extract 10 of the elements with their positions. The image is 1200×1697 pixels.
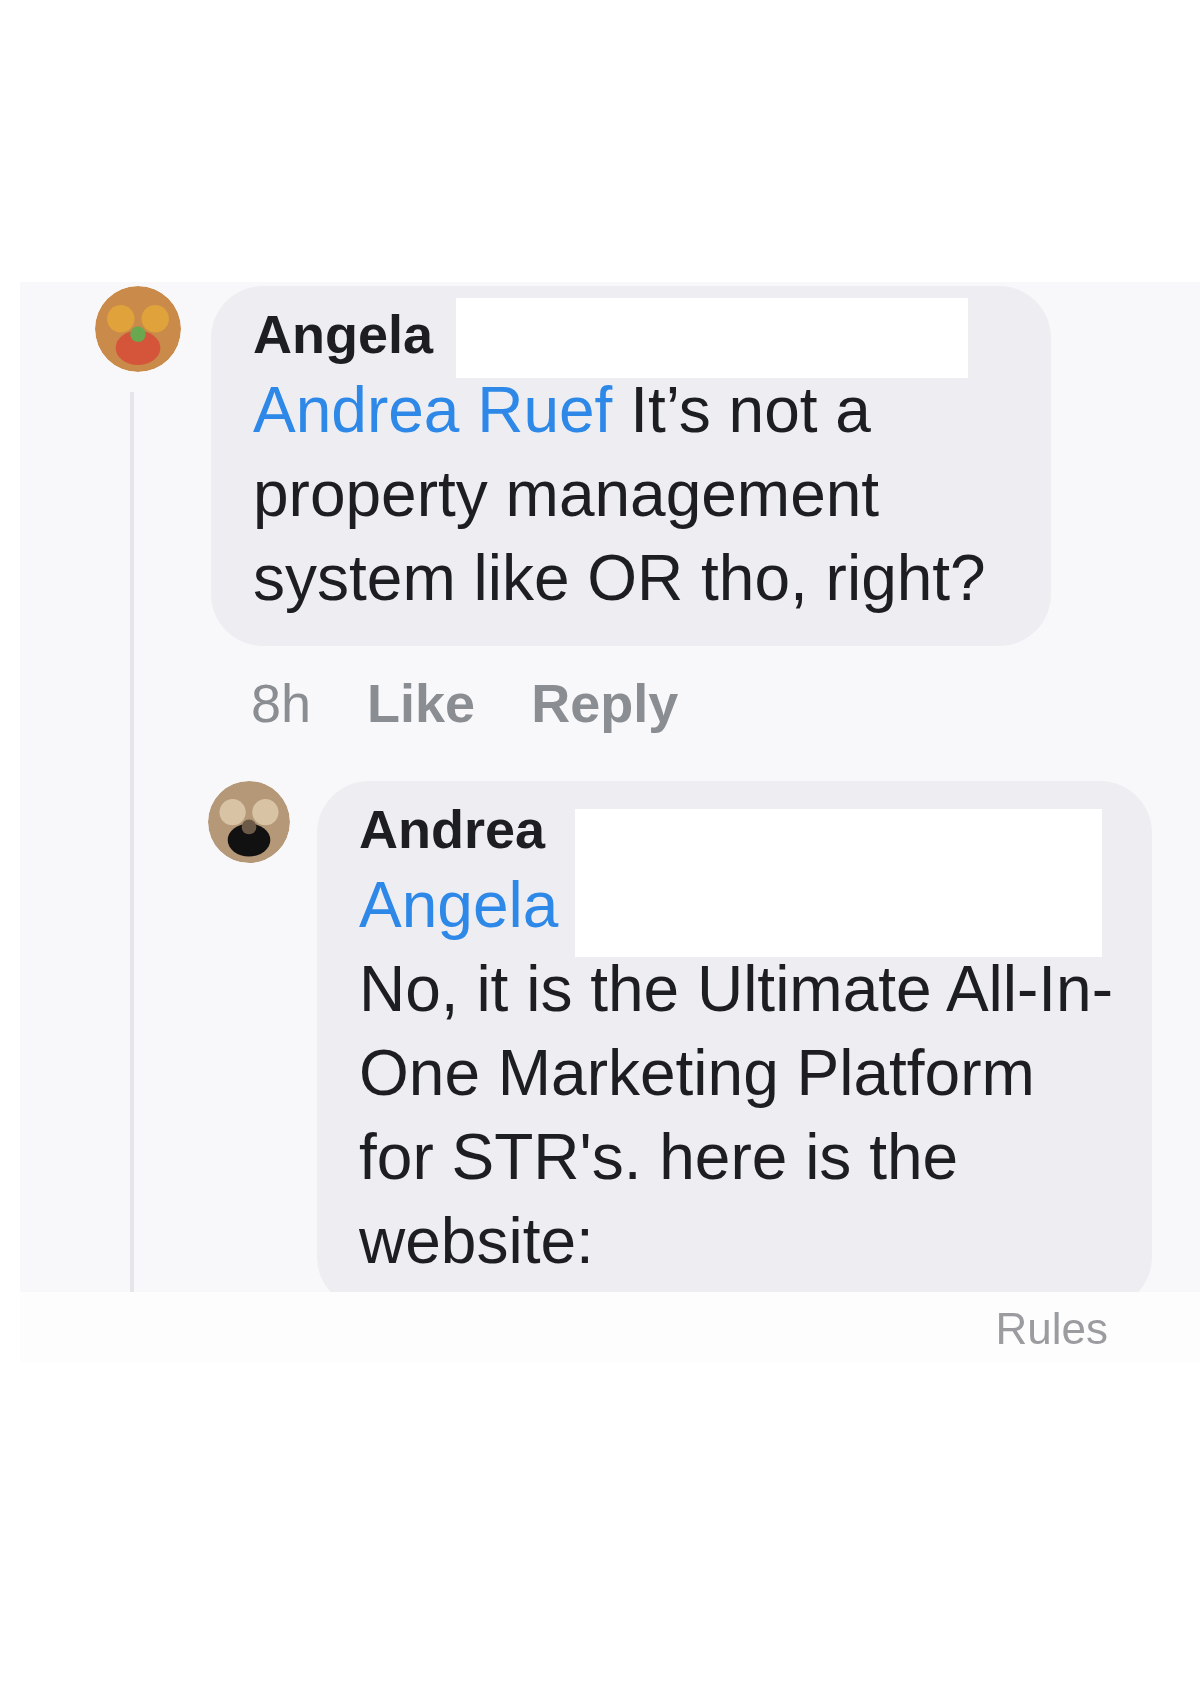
author-name[interactable]: Andrea [359,795,546,863]
comment-action-button[interactable]: Reply [531,670,679,736]
mention-link[interactable]: Angela [359,863,559,947]
mention-link[interactable]: Andrea Ruef [253,374,613,446]
comment-action-button[interactable]: Like [367,670,476,736]
author-name[interactable]: Angela [253,300,434,368]
avatar[interactable] [208,781,290,863]
rules-link[interactable]: Rules [995,1304,1108,1354]
comment-time: 8h [251,672,312,735]
comment-text: No, it is the Ultimate All-In-One Marketing Platform for STR's. here is the website: [359,952,1114,1279]
